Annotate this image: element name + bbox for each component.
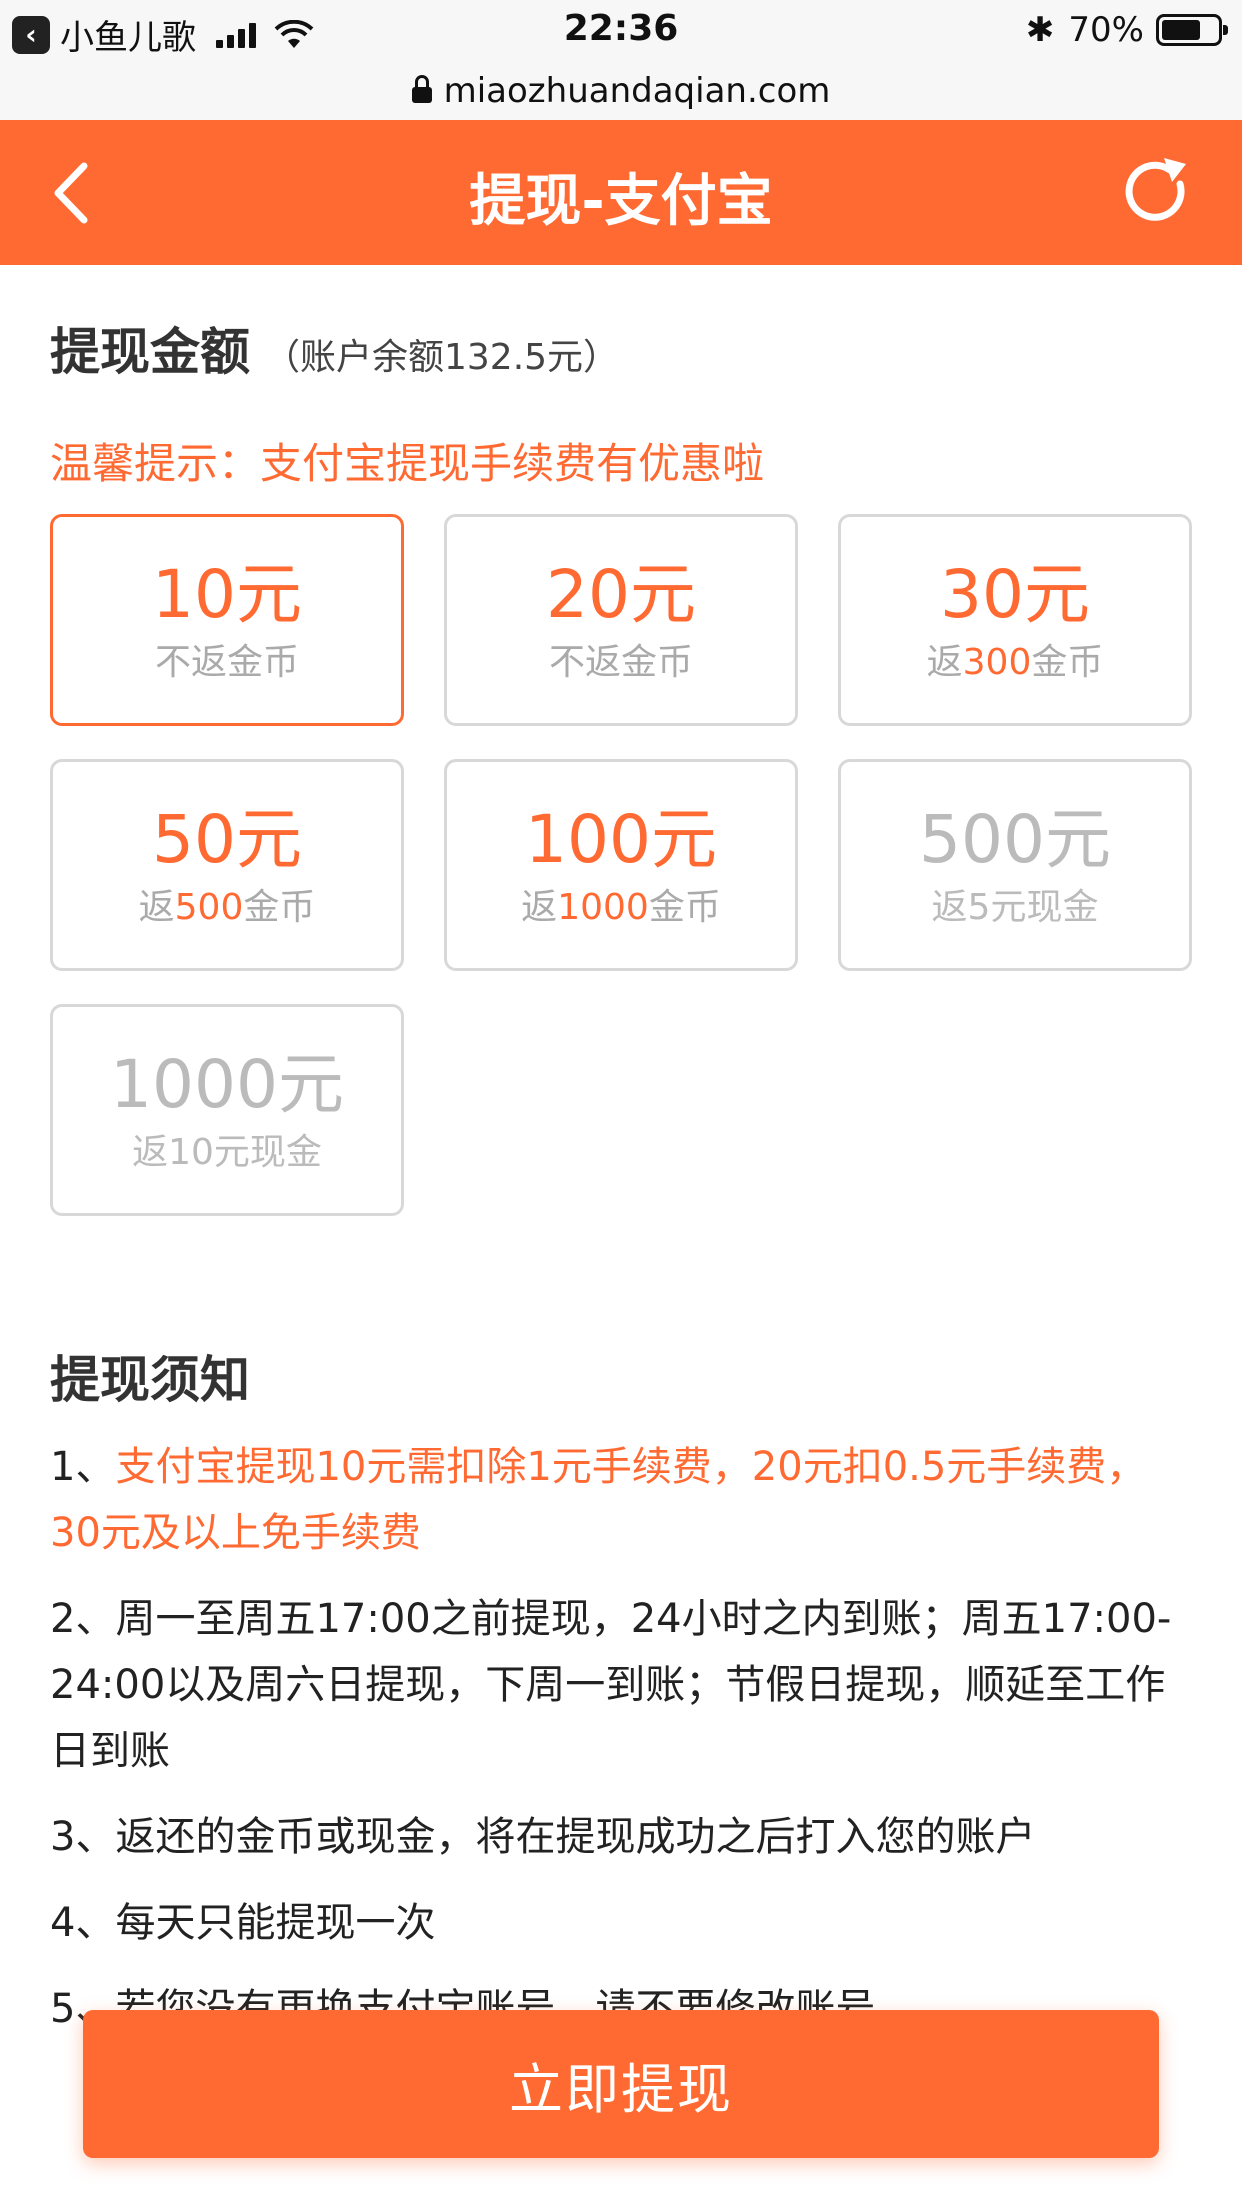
withdraw-now-label: 立即提现 — [509, 2057, 733, 2121]
amount-option-500[interactable]: 500元 返5元现金 — [838, 759, 1192, 971]
status-bar: ‹ 小鱼儿歌 22:36 ✱ 70% — [0, 0, 1242, 62]
submit-area: 立即提现 — [0, 1990, 1242, 2208]
option-reward: 返5元现金 — [931, 887, 1099, 928]
option-amount: 50元 — [152, 801, 302, 878]
amount-option-50[interactable]: 50元 返500金币 — [50, 759, 404, 971]
amount-option-20[interactable]: 20元 不返金币 — [444, 514, 798, 726]
option-amount: 10元 — [152, 556, 302, 633]
option-amount: 1000元 — [110, 1046, 344, 1123]
battery-icon — [1156, 14, 1228, 46]
refresh-icon[interactable] — [1118, 154, 1194, 230]
amount-option-100[interactable]: 100元 返1000金币 — [444, 759, 798, 971]
amount-option-10[interactable]: 10元 不返金币 — [50, 514, 404, 726]
bluetooth-icon: ✱ — [1025, 10, 1055, 50]
option-reward: 返300金币 — [926, 642, 1104, 683]
amount-section-title: 提现金额 — [50, 323, 250, 381]
promo-tip: 温馨提示：支付宝提现手续费有优惠啦 — [50, 439, 765, 488]
notice-title: 提现须知 — [50, 1351, 250, 1409]
notice-item: 1、支付宝提现10元需扣除1元手续费，20元扣0.5元手续费，30元及以上免手续… — [50, 1444, 1147, 1556]
option-reward: 返1000金币 — [521, 887, 721, 928]
notice-list: 1、支付宝提现10元需扣除1元手续费，20元扣0.5元手续费，30元及以上免手续… — [50, 1434, 1190, 2062]
option-amount: 30元 — [940, 556, 1090, 633]
account-balance: （账户余额132.5元） — [264, 337, 620, 378]
status-right: ✱ 70% — [1025, 10, 1228, 50]
battery-level — [1162, 20, 1200, 40]
option-reward: 返500金币 — [138, 887, 316, 928]
option-amount: 20元 — [546, 556, 696, 633]
option-reward: 不返金币 — [548, 642, 693, 683]
amount-option-1000[interactable]: 1000元 返10元现金 — [50, 1004, 404, 1216]
withdraw-now-button[interactable]: 立即提现 — [83, 2010, 1159, 2158]
notice-item: 3、返还的金币或现金，将在提现成功之后打入您的账户 — [50, 1814, 1036, 1860]
option-amount: 500元 — [919, 801, 1111, 878]
url-text[interactable]: miaozhuandaqian.com — [444, 71, 831, 111]
amount-section-header: 提现金额 （账户余额132.5元） — [50, 312, 619, 384]
notice-item: 2、周一至周五17:00之前提现，24小时之内到账；周五17:00-24:00以… — [50, 1596, 1172, 1774]
url-bar[interactable]: miaozhuandaqian.com — [0, 62, 1242, 120]
lock-icon — [411, 75, 432, 103]
amount-option-30[interactable]: 30元 返300金币 — [838, 514, 1192, 726]
option-reward: 不返金币 — [154, 642, 299, 683]
option-amount: 100元 — [525, 801, 717, 878]
page-header: 提现-支付宝 — [0, 120, 1242, 265]
battery-percent: 70% — [1068, 10, 1144, 50]
page-title: 提现-支付宝 — [469, 169, 773, 234]
notice-item: 4、每天只能提现一次 — [50, 1900, 436, 1946]
option-reward: 返10元现金 — [132, 1132, 322, 1173]
